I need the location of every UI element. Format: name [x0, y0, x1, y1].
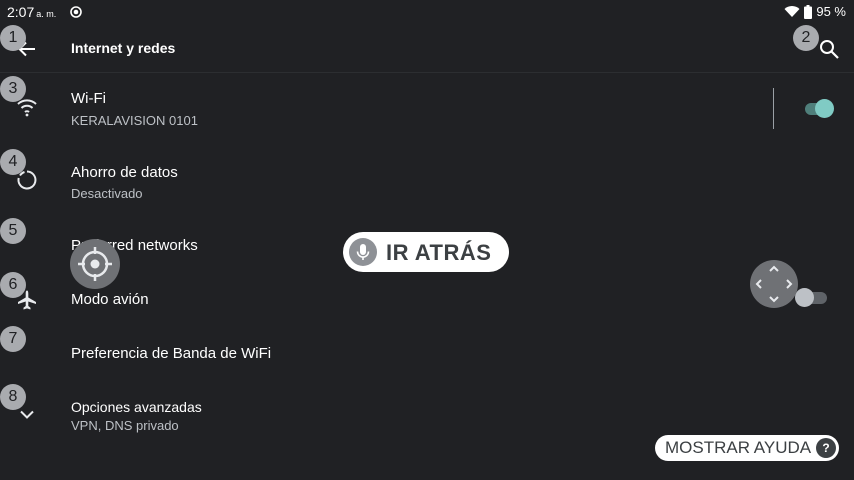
status-time: 2:07 a. m. [7, 4, 56, 20]
data-saver-subtitle: Desactivado [71, 186, 143, 201]
badge-1[interactable]: 1 [0, 25, 26, 51]
badge-6[interactable]: 6 [0, 272, 26, 298]
badge-5[interactable]: 5 [0, 218, 26, 244]
badge-7[interactable]: 7 [0, 326, 26, 352]
wifi-toggle-knob [815, 99, 834, 118]
mic-icon [349, 238, 377, 266]
battery-icon [804, 4, 813, 19]
help-icon: ? [816, 438, 836, 458]
go-back-voice-pill[interactable]: IR ATRÁS [343, 232, 509, 272]
dpad-button[interactable] [750, 260, 798, 308]
crosshair-button[interactable] [70, 239, 120, 289]
airplane-mode-row[interactable]: Modo avión [0, 273, 854, 327]
notification-icon [70, 6, 82, 18]
wifi-status-icon [784, 6, 800, 18]
airplane-mode-title: Modo avión [71, 291, 149, 308]
status-clock: 2:07 [7, 4, 35, 20]
wifi-divider [773, 88, 774, 129]
status-right: 95 % [784, 4, 846, 19]
status-bar: 2:07 a. m. 95 % [0, 0, 854, 24]
wifi-band-row[interactable]: Preferencia de Banda de WiFi [0, 327, 854, 381]
data-saver-row[interactable]: Ahorro de datos Desactivado [0, 145, 854, 217]
crosshair-icon [78, 247, 112, 281]
badge-8[interactable]: 8 [0, 384, 26, 410]
page-title: Internet y redes [71, 40, 176, 56]
advanced-options-subtitle: VPN, DNS privado [71, 418, 179, 433]
show-help-label: MOSTRAR AYUDA [665, 438, 812, 457]
battery-percent: 95 % [816, 4, 846, 19]
app-bar: Internet y redes [0, 24, 854, 73]
advanced-options-row[interactable]: Opciones avanzadas VPN, DNS privado [0, 381, 854, 441]
badge-4[interactable]: 4 [0, 149, 26, 175]
wifi-row[interactable]: Wi-Fi KERALAVISION 0101 [0, 72, 854, 145]
dpad-icon [755, 265, 793, 303]
badge-3[interactable]: 3 [0, 76, 26, 102]
search-icon[interactable] [818, 38, 840, 60]
wifi-band-title: Preferencia de Banda de WiFi [71, 345, 272, 362]
show-help-button[interactable]: MOSTRAR AYUDA ? [655, 435, 839, 461]
data-saver-title: Ahorro de datos [71, 164, 178, 181]
badge-2[interactable]: 2 [793, 25, 819, 51]
wifi-subtitle: KERALAVISION 0101 [71, 113, 198, 128]
wifi-title: Wi-Fi [71, 90, 106, 107]
advanced-options-title: Opciones avanzadas [71, 399, 202, 415]
status-ampm: a. m. [36, 9, 57, 19]
go-back-label: IR ATRÁS [386, 240, 492, 265]
